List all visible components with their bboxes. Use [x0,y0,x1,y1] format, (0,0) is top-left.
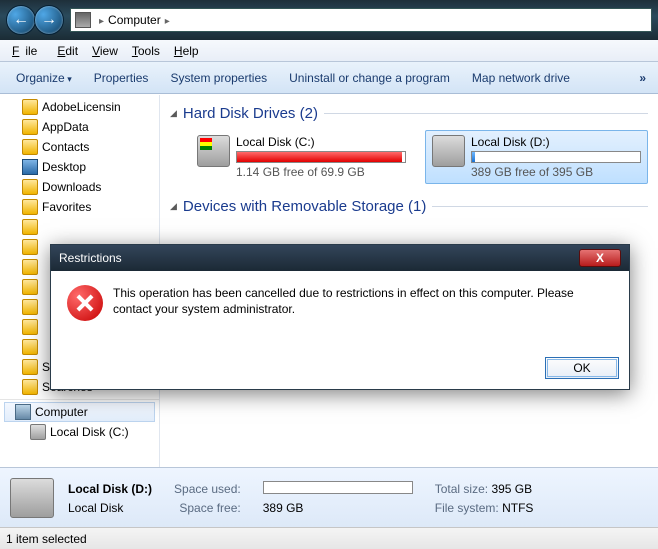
dialog-overlay: Restrictions X This operation has been c… [0,0,658,549]
dialog-body: This operation has been cancelled due to… [51,271,629,351]
dialog-buttons: OK [51,351,629,389]
dialog-titlebar[interactable]: Restrictions X [51,245,629,271]
dialog-message: This operation has been cancelled due to… [113,285,613,321]
restrictions-dialog: Restrictions X This operation has been c… [50,244,630,390]
close-button[interactable]: X [579,249,621,267]
error-icon [67,285,103,321]
dialog-title: Restrictions [59,251,122,265]
ok-button[interactable]: OK [545,357,619,379]
